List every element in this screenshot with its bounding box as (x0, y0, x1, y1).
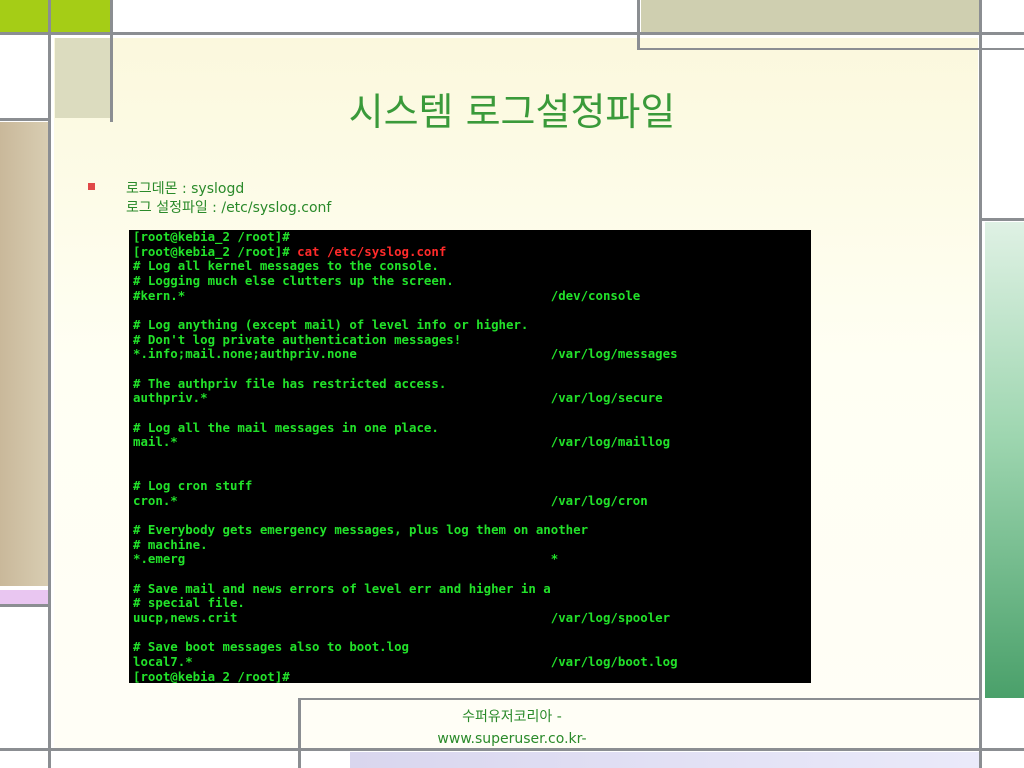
terminal-prompt-command: [root@kebia_2 /root]# (133, 243, 290, 259)
frame-line-left-pink-bottom (0, 604, 48, 607)
bullet-line-daemon: 로그데몬 : syslogd (126, 181, 245, 197)
terminal-prompt-first: [root@kebia_2 /root]# (133, 230, 290, 244)
terminal-line: cron.* /var/log/cron (133, 492, 648, 508)
frame-line-top (0, 32, 1024, 35)
terminal-line: # Log all the mail messages in one place… (133, 419, 439, 435)
frame-line-right-teal-top (982, 218, 1024, 221)
decor-green-block (0, 0, 110, 32)
decor-tan-bar (0, 122, 48, 586)
frame-line-top-right (640, 48, 1024, 50)
terminal-line: # Save mail and news errors of level err… (133, 580, 551, 596)
terminal-line: local7.* /var/log/boot.log (133, 654, 678, 670)
terminal-line: # Logging much else clutters up the scre… (133, 272, 454, 288)
terminal-screenshot: [root@kebia_2 /root]# [root@kebia_2 /roo… (129, 230, 811, 683)
terminal-line: # Save boot messages also to boot.log (133, 639, 410, 655)
frame-line-left-tan-top (0, 118, 48, 121)
terminal-line: # Log all kernel messages to the console… (133, 258, 439, 274)
slide-title: 시스템 로그설정파일 (348, 90, 676, 134)
terminal-line: # machine. (133, 536, 208, 552)
terminal-prompt-last: [root@kebia_2 /root]# (133, 668, 290, 683)
bullet-square-icon (88, 183, 95, 190)
terminal-line: *.emerg * (133, 551, 559, 567)
terminal-line: # The authpriv file has restricted acces… (133, 375, 447, 391)
terminal-command: cat /etc/syslog.conf (289, 243, 447, 259)
terminal-line: authpriv.* /var/log/secure (133, 390, 663, 406)
terminal-output: [root@kebia_2 /root]# [root@kebia_2 /roo… (129, 230, 811, 683)
slide-footer: 수퍼유저코리아 - www.superuser.co.kr- (300, 706, 724, 750)
frame-line-top-right-vertical (637, 0, 640, 50)
terminal-line: *.info;mail.none;authpriv.none /var/log/… (133, 346, 678, 362)
footer-url: www.superuser.co.kr- (437, 731, 587, 747)
terminal-line: # special file. (133, 595, 245, 611)
terminal-line: # Don't log private authentication messa… (133, 331, 462, 347)
terminal-line: # Log cron stuff (133, 478, 253, 494)
terminal-config-lines: # Log all kernel messages to the console… (133, 258, 678, 669)
frame-line-left (48, 0, 51, 768)
frame-line-footer-top (298, 698, 982, 700)
terminal-line: # Everybody gets emergency messages, plu… (133, 522, 589, 538)
decor-olive-block-left (55, 38, 110, 118)
terminal-line: uucp,news.crit /var/log/spooler (133, 610, 671, 626)
decor-olive-block-right (641, 0, 979, 32)
decor-pink-bar (0, 590, 48, 604)
frame-line-right (979, 0, 982, 768)
footer-company: 수퍼유저코리아 - (462, 709, 562, 725)
bullet-line-config-file: 로그 설정파일 : /etc/syslog.conf (126, 200, 332, 216)
decor-teal-bar (985, 222, 1024, 698)
terminal-line: #kern.* /dev/console (133, 287, 641, 303)
terminal-line: mail.* /var/log/maillog (133, 434, 671, 450)
terminal-line: # Log anything (except mail) of level in… (133, 316, 529, 332)
decor-lavender-bar (350, 752, 980, 768)
